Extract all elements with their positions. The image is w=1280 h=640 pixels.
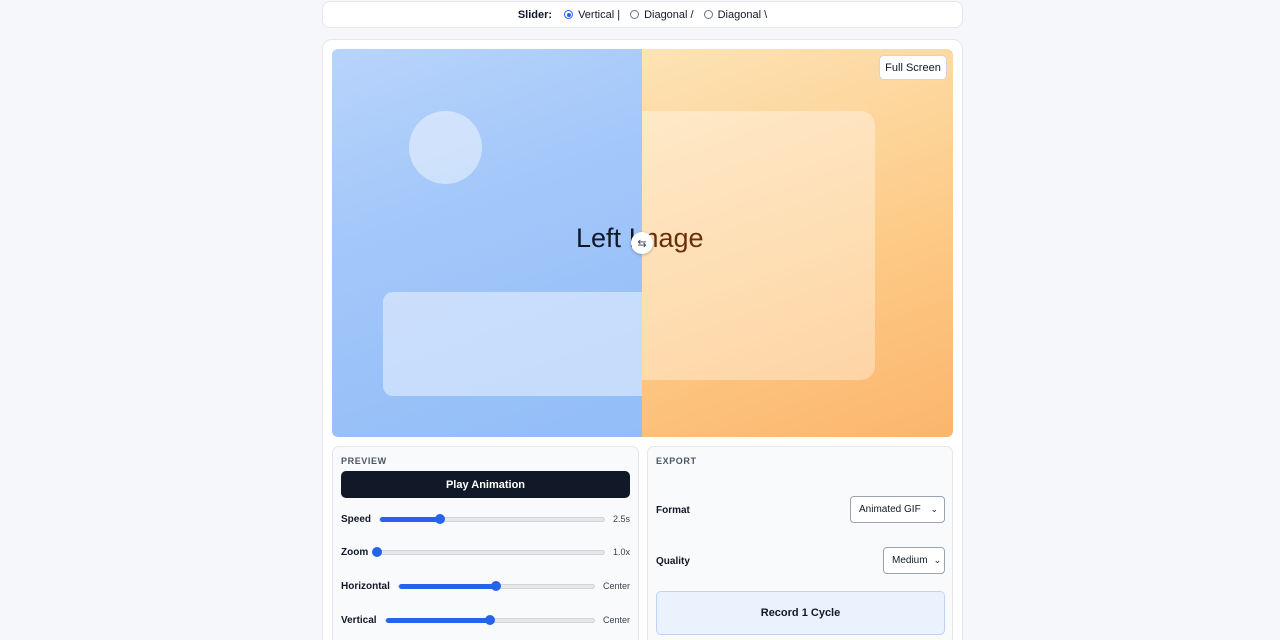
play-animation-button[interactable]: Play Animation bbox=[341, 471, 630, 498]
vertical-slider-fill bbox=[385, 617, 490, 623]
vertical-control: Vertical Center bbox=[341, 613, 630, 627]
left-image-circle bbox=[409, 111, 482, 184]
chevron-down-icon: ⌄ bbox=[930, 504, 938, 514]
horizontal-label: Horizontal bbox=[341, 580, 390, 592]
slider-mode-bar: Slider: Vertical | Diagonal / Diagonal \ bbox=[322, 1, 963, 28]
format-select-value: Animated GIF bbox=[859, 504, 921, 515]
full-screen-button[interactable]: Full Screen bbox=[879, 55, 947, 80]
zoom-label: Zoom bbox=[341, 546, 369, 558]
zoom-slider-thumb[interactable] bbox=[372, 546, 383, 557]
speed-value: 2.5s bbox=[612, 514, 630, 524]
drag-arrows-icon: ⇆ bbox=[637, 237, 647, 250]
slider-option-diagonal-forward-label: Diagonal / bbox=[644, 8, 694, 21]
slider-option-vertical[interactable]: Vertical | bbox=[564, 9, 620, 21]
format-select[interactable]: Animated GIF ⌄ bbox=[850, 496, 945, 523]
zoom-slider[interactable] bbox=[372, 546, 605, 557]
vertical-value: Center bbox=[602, 615, 630, 625]
speed-control: Speed 2.5s bbox=[341, 512, 630, 526]
radio-vertical[interactable] bbox=[564, 10, 574, 19]
quality-select[interactable]: Medium ⌄ bbox=[883, 547, 945, 574]
horizontal-slider-fill bbox=[398, 583, 497, 589]
speed-slider-thumb[interactable] bbox=[435, 513, 446, 524]
quality-select-value: Medium bbox=[892, 555, 928, 566]
comparison-viewer[interactable]: Left Image Left Image ⇆ Full Screen bbox=[332, 49, 953, 437]
left-image-rect bbox=[383, 292, 642, 396]
quality-label: Quality bbox=[656, 556, 690, 567]
split-handle[interactable]: ⇆ bbox=[631, 232, 653, 254]
vertical-slider[interactable] bbox=[384, 614, 595, 625]
horizontal-slider[interactable] bbox=[397, 580, 595, 591]
export-panel: EXPORT Format Animated GIF ⌄ Quality Med… bbox=[647, 446, 953, 640]
radio-diagonal-back[interactable] bbox=[703, 10, 713, 19]
vertical-label: Vertical bbox=[341, 614, 377, 626]
chevron-down-icon: ⌄ bbox=[933, 555, 942, 565]
preview-title: PREVIEW bbox=[341, 456, 387, 466]
slider-option-diagonal-back-label: Diagonal \ bbox=[717, 8, 768, 21]
speed-slider[interactable] bbox=[379, 513, 605, 524]
zoom-value: 1.0x bbox=[612, 547, 630, 557]
record-cycle-button[interactable]: Record 1 Cycle bbox=[656, 591, 945, 635]
preview-panel: PREVIEW Play Animation Speed 2.5s Zoom 1… bbox=[332, 446, 639, 640]
radio-diagonal-forward[interactable] bbox=[630, 10, 640, 19]
format-label: Format bbox=[656, 505, 690, 516]
horizontal-control: Horizontal Center bbox=[341, 579, 630, 593]
slider-option-diagonal-back[interactable]: Diagonal \ bbox=[703, 8, 768, 21]
vertical-slider-thumb[interactable] bbox=[484, 614, 495, 625]
slider-option-diagonal-forward[interactable]: Diagonal / bbox=[630, 9, 694, 21]
horizontal-slider-thumb[interactable] bbox=[491, 580, 502, 591]
left-image-pane: Left Image bbox=[332, 49, 642, 437]
slider-mode-label: Slider: bbox=[517, 8, 553, 21]
horizontal-value: Center bbox=[602, 581, 630, 591]
export-title: EXPORT bbox=[656, 456, 697, 466]
speed-label: Speed bbox=[341, 513, 372, 525]
zoom-control: Zoom 1.0x bbox=[341, 545, 630, 559]
slider-option-vertical-label: Vertical | bbox=[578, 8, 621, 21]
right-image-pane: Left Image bbox=[642, 49, 953, 437]
speed-slider-fill bbox=[380, 516, 441, 522]
